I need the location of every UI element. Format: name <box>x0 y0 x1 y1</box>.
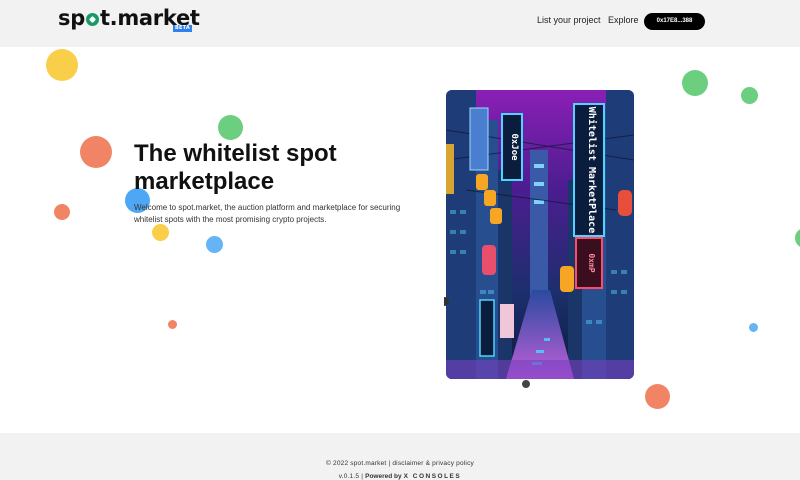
footer-separator: | <box>388 460 391 467</box>
page: sp t.market BETA List your project Explor… <box>0 0 800 480</box>
header-bar: sp t.market BETA List your project Explor… <box>0 0 800 47</box>
decorative-dot <box>152 224 169 241</box>
hero-artwork: Whitelist MarketPlace 0xJoe 0xmP <box>446 90 634 379</box>
wallet-button[interactable]: 0x17E8...388 <box>644 13 705 30</box>
decorative-dot <box>741 87 758 104</box>
carousel-dot[interactable] <box>522 380 530 388</box>
hero-title: The whitelist spot marketplace <box>134 140 337 195</box>
footer-powered-label: Powered by <box>365 473 402 480</box>
logo-text-prefix: sp <box>58 6 85 30</box>
footer-powered-by[interactable]: X CONSOLES <box>404 473 462 480</box>
decorative-dot <box>54 204 70 220</box>
decorative-dot <box>218 115 243 140</box>
beta-badge: BETA <box>173 25 192 32</box>
pixel-city-illustration: Whitelist MarketPlace 0xJoe 0xmP <box>446 90 634 379</box>
footer-version: v.0.1.5 <box>338 473 360 480</box>
footer-disclaimer-link[interactable]: disclaimer & privacy policy <box>392 460 474 467</box>
decorative-dot <box>206 236 223 253</box>
footer-links: © 2022 spot.market | disclaimer & privac… <box>0 460 800 467</box>
footer-copyright: © 2022 spot.market <box>326 460 387 467</box>
decorative-dot <box>46 49 78 81</box>
decorative-dot <box>168 320 177 329</box>
decorative-dot <box>80 136 112 168</box>
decorative-dot <box>795 228 800 248</box>
neon-sign-0xjoe: 0xJoe <box>509 133 519 161</box>
footer-separator-2: | <box>361 473 364 480</box>
nav-explore[interactable]: Explore <box>608 15 639 25</box>
logo-mark-icon <box>85 13 99 26</box>
decorative-dot <box>749 323 758 332</box>
neon-sign-whitelist: Whitelist MarketPlace <box>586 107 598 233</box>
decorative-dot <box>682 70 708 96</box>
decorative-dot <box>645 384 670 409</box>
nav-list-your-project[interactable]: List your project <box>537 15 601 25</box>
hero-subtitle: Welcome to spot.market, the auction plat… <box>134 203 401 224</box>
neon-sign-0xmp: 0xmP <box>587 253 596 272</box>
footer-version-line: v.0.1.5 | Powered by X CONSOLES <box>0 473 800 480</box>
